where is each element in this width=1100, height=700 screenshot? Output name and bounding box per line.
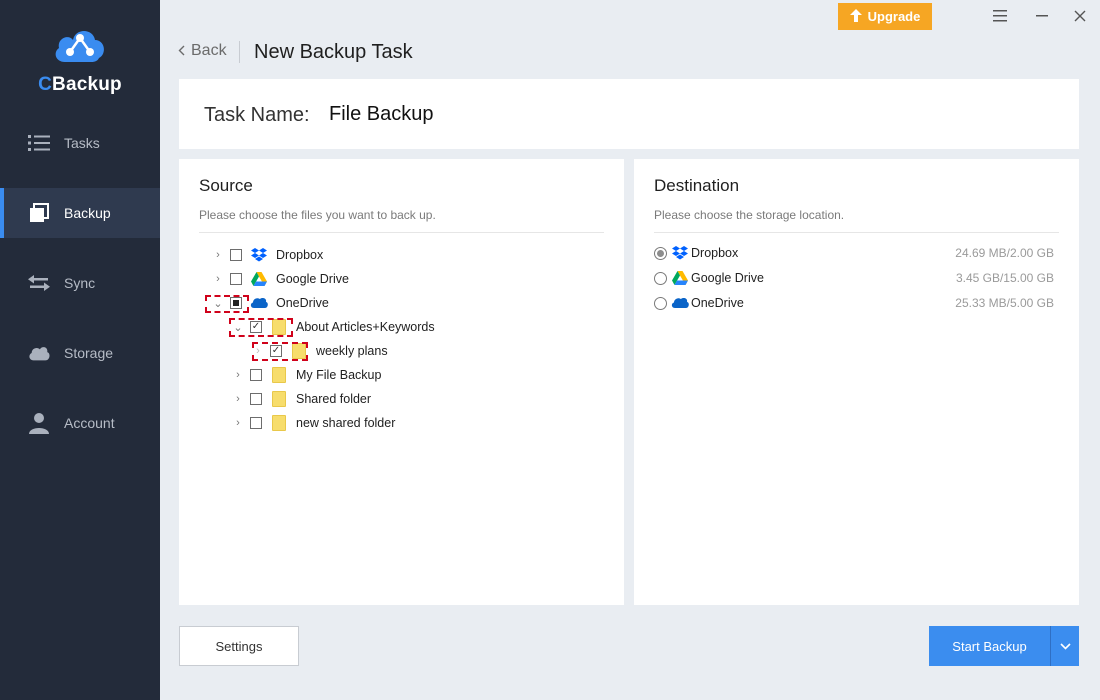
settings-button[interactable]: Settings [179,626,299,666]
sidebar-item-tasks[interactable]: Tasks [0,118,160,168]
upload-arrow-icon [849,8,862,25]
minimize-icon [1036,15,1048,17]
sidebar-item-label: Sync [64,275,96,291]
tree-item-label: weekly plans [316,344,388,358]
sidebar-item-label: Account [64,415,115,431]
list-icon [28,132,50,154]
user-icon [28,412,50,434]
destination-label: OneDrive [691,296,744,310]
highlight-box [229,318,293,337]
sidebar-item-account[interactable]: Account [0,398,160,448]
onedrive-icon [671,295,689,311]
sidebar-item-storage[interactable]: Storage [0,328,160,378]
checkbox[interactable] [230,249,242,261]
chevron-right-icon[interactable]: › [210,271,226,287]
sidebar: CBackup Tasks Backup Sync Storage Accoun… [0,0,160,700]
tree-item-new-shared-folder[interactable]: › new shared folder [230,412,395,434]
google-drive-icon [250,271,268,287]
destination-label: Google Drive [691,271,764,285]
highlight-box [252,342,308,361]
storage-usage: 3.45 GB/15.00 GB [955,271,1054,285]
chevron-down-icon [1059,642,1071,650]
back-button[interactable]: Back [178,42,227,60]
task-name-value[interactable]: File Backup [329,103,434,126]
task-name-label: Task Name: [204,104,310,126]
source-title: Source [199,176,253,195]
folder-icon [270,391,288,407]
chevron-left-icon [178,43,185,59]
checkbox[interactable] [250,369,262,381]
source-subtitle: Please choose the files you want to back… [199,208,436,222]
destination-option-google-drive[interactable]: Google Drive 3.45 GB/15.00 GB [654,268,1054,288]
app-logo: CBackup [0,24,160,96]
tree-item-label: OneDrive [276,296,329,310]
app-name-rest: Backup [52,74,122,95]
folder-icon [270,367,288,383]
radio-button[interactable] [654,296,667,310]
tree-item-label: My File Backup [296,368,382,382]
radio-button[interactable] [654,271,667,285]
sidebar-item-label: Backup [64,205,111,221]
destination-title: Destination [654,176,740,195]
chevron-right-icon[interactable]: › [230,415,246,431]
highlight-box [205,295,249,313]
cloud-icon [28,342,50,364]
tree-item-my-file-backup[interactable]: › My File Backup [230,364,381,386]
destination-label: Dropbox [691,246,739,260]
app-name-first-letter: C [38,74,53,95]
dropbox-icon [250,247,268,263]
destination-option-dropbox[interactable]: Dropbox 24.69 MB/2.00 GB [654,243,1054,263]
menu-button[interactable] [982,4,1018,28]
start-backup-button[interactable]: Start Backup [929,626,1050,666]
minimize-button[interactable] [1024,4,1060,28]
radio-button[interactable] [654,246,667,260]
checkbox[interactable] [250,417,262,429]
sidebar-item-label: Tasks [64,135,100,151]
upgrade-button[interactable]: Upgrade [838,3,932,30]
divider [654,232,1059,233]
destination-option-onedrive[interactable]: OneDrive 25.33 MB/5.00 GB [654,293,1054,313]
tree-item-dropbox[interactable]: › Dropbox [210,244,323,266]
tree-item-google-drive[interactable]: › Google Drive [210,268,349,290]
back-label: Back [191,42,227,59]
app-name: CBackup [0,74,160,96]
cbackup-logo-icon [55,31,104,62]
dropbox-icon [671,245,689,261]
tree-item-label: About Articles+Keywords [296,320,435,334]
chevron-right-icon[interactable]: › [230,391,246,407]
sidebar-item-label: Storage [64,345,114,361]
start-backup-dropdown[interactable] [1050,626,1079,666]
checkbox[interactable] [230,273,242,285]
onedrive-icon [250,295,268,311]
chevron-right-icon[interactable]: › [210,247,226,263]
sync-arrows-icon [28,272,50,294]
folder-icon [270,415,288,431]
chevron-right-icon[interactable]: › [230,367,246,383]
copy-icon [28,202,50,224]
close-button[interactable] [1062,4,1098,28]
checkbox[interactable] [250,393,262,405]
storage-usage: 25.33 MB/5.00 GB [955,296,1054,310]
tree-item-label: Shared folder [296,392,372,406]
tree-item-label: Google Drive [276,272,349,286]
tree-item-shared-folder[interactable]: › Shared folder [230,388,371,410]
task-name-card: Task Name: File Backup [179,79,1079,149]
storage-usage: 24.69 MB/2.00 GB [955,246,1054,260]
google-drive-icon [671,270,689,286]
title-divider [239,41,240,63]
destination-panel: Destination Please choose the storage lo… [634,159,1079,605]
sidebar-item-backup[interactable]: Backup [0,188,160,238]
hamburger-icon [993,10,1007,22]
upgrade-label: Upgrade [867,9,921,24]
sidebar-item-sync[interactable]: Sync [0,258,160,308]
tree-item-label: new shared folder [296,416,396,430]
tree-item-label: Dropbox [276,248,324,262]
destination-subtitle: Please choose the storage location. [654,208,845,222]
page-title: New Backup Task [254,41,413,63]
close-icon [1074,10,1086,22]
divider [199,232,604,233]
